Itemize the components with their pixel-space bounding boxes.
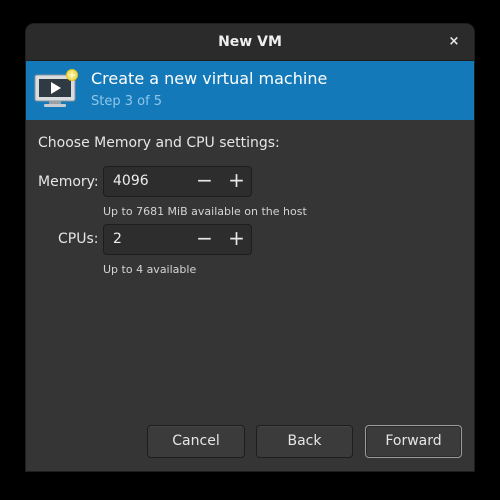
vm-monitor-icon — [34, 69, 78, 107]
cpus-hint: Up to 4 available — [103, 263, 197, 276]
cpus-decrement-button[interactable]: − — [188, 225, 221, 254]
settings-prompt: Choose Memory and CPU settings: — [38, 135, 280, 151]
memory-hint: Up to 7681 MiB available on the host — [103, 205, 307, 218]
memory-input[interactable] — [104, 167, 186, 196]
close-icon[interactable]: × — [444, 32, 464, 52]
wizard-banner: Create a new virtual machine Step 3 of 5 — [26, 61, 474, 120]
cancel-button[interactable]: Cancel — [147, 425, 245, 458]
cpus-input[interactable] — [104, 225, 186, 254]
back-button[interactable]: Back — [256, 425, 353, 458]
forward-button[interactable]: Forward — [365, 425, 462, 458]
memory-spinbutton: − + — [103, 166, 252, 197]
cpus-spinbutton: − + — [103, 224, 252, 255]
step-indicator: Step 3 of 5 — [91, 94, 163, 109]
cpus-label: CPUs: — [58, 231, 99, 247]
new-vm-dialog: New VM × Create a new virtual machine St… — [26, 24, 474, 471]
banner-title: Create a new virtual machine — [91, 69, 328, 88]
memory-increment-button[interactable]: + — [220, 167, 253, 196]
memory-label: Memory: — [38, 174, 99, 190]
cpus-increment-button[interactable]: + — [220, 225, 253, 254]
window-title: New VM — [218, 34, 282, 50]
title-bar[interactable]: New VM × — [26, 24, 474, 61]
memory-decrement-button[interactable]: − — [188, 167, 221, 196]
